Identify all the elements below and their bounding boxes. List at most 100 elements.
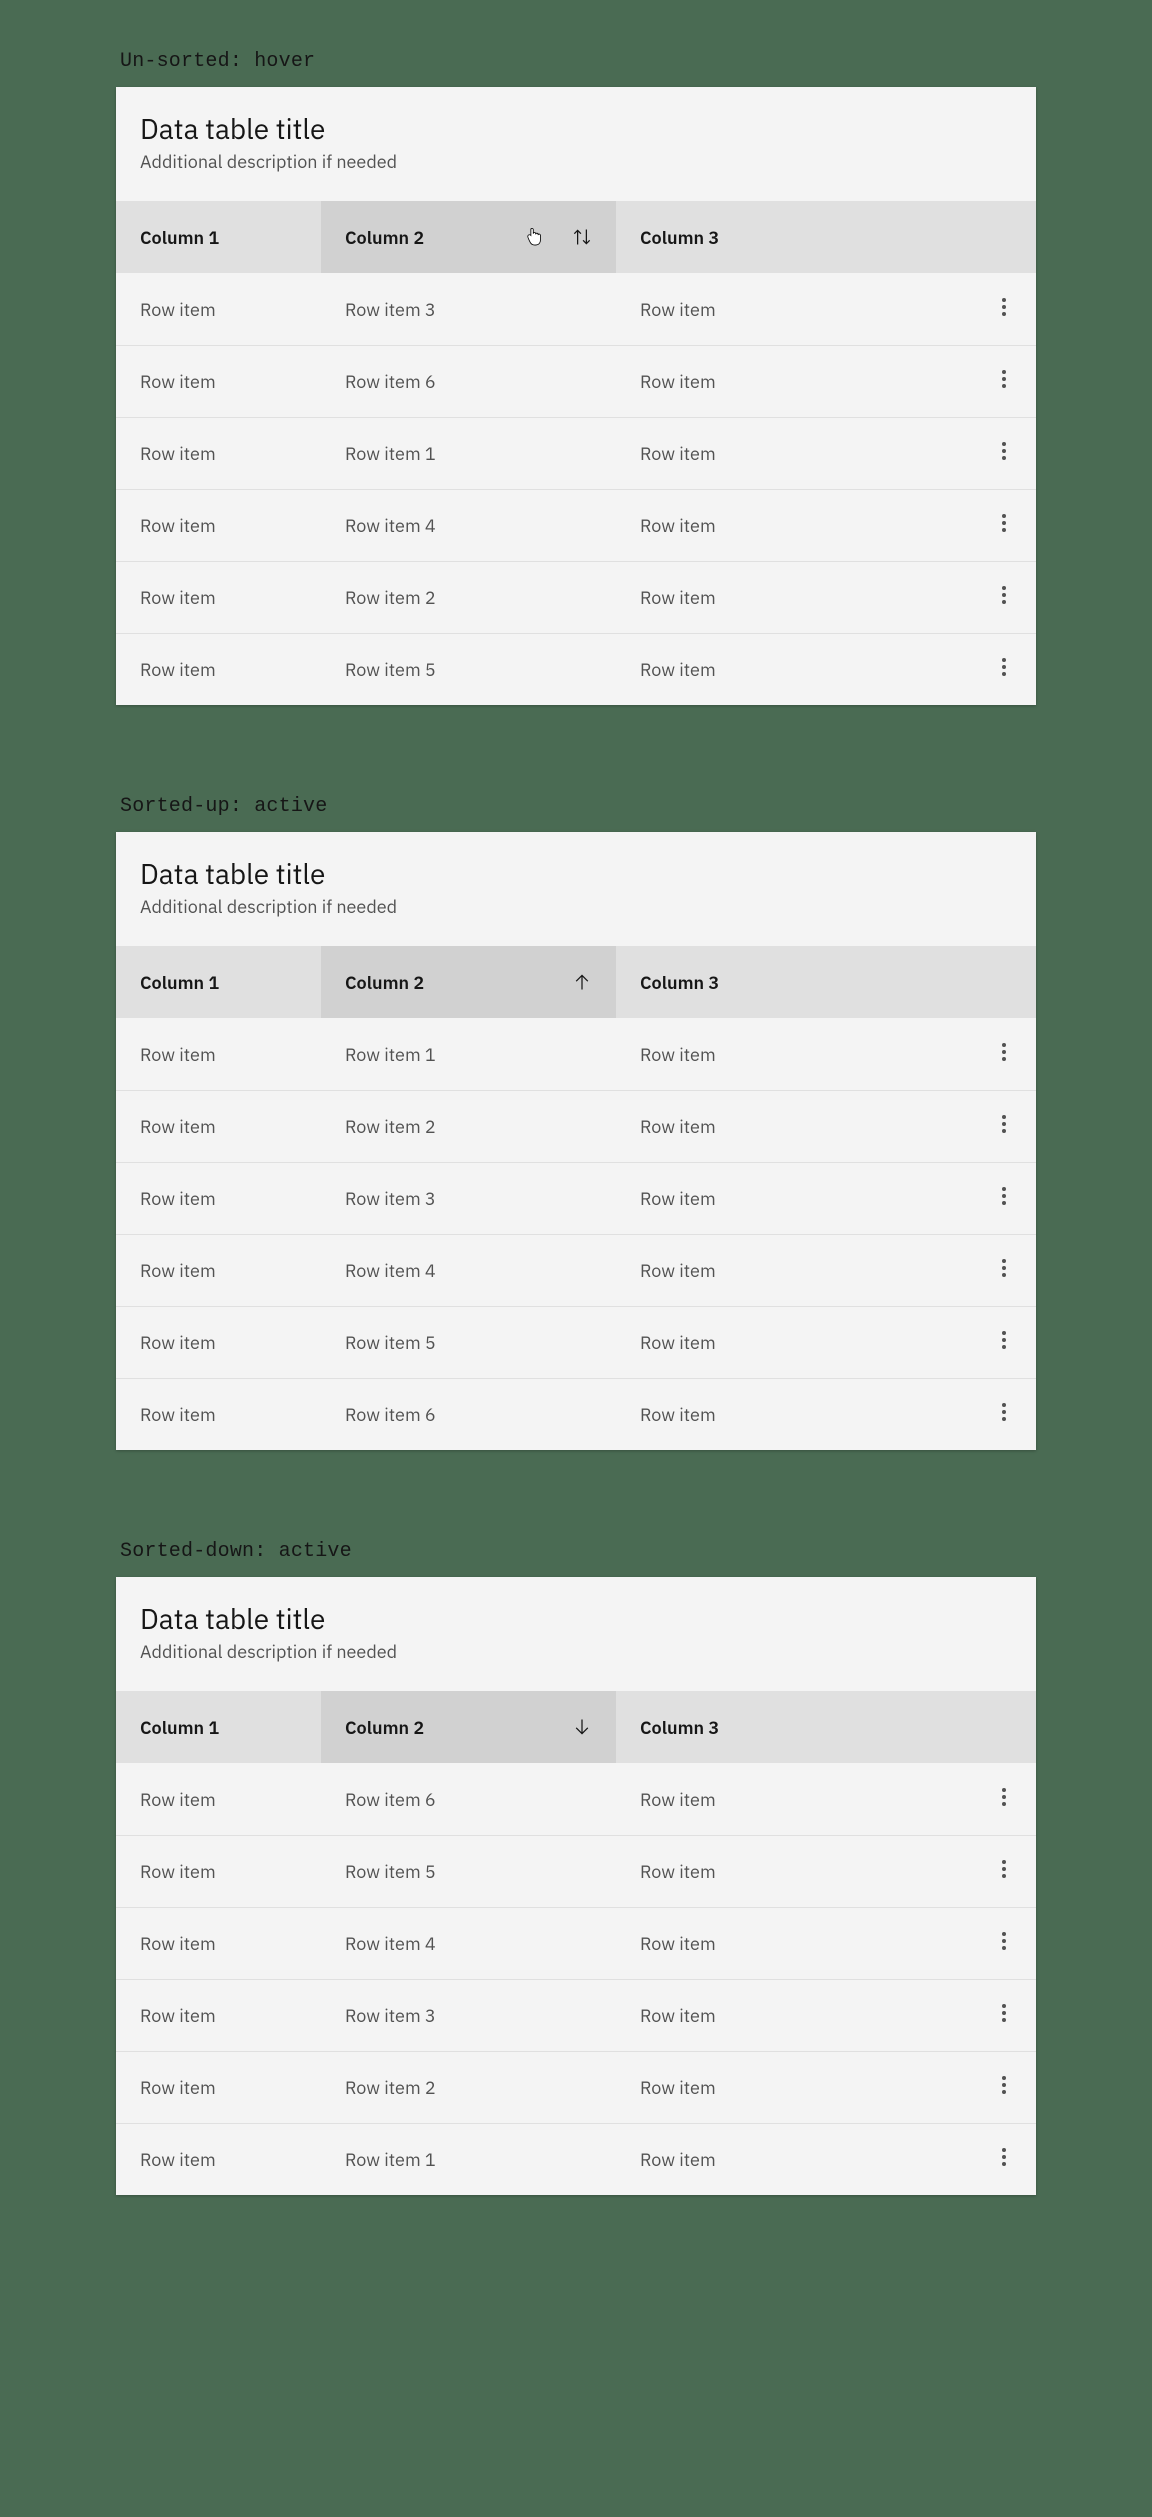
overflow-menu-button[interactable]	[984, 1996, 1024, 2036]
column-header-1[interactable]: Column 1	[116, 946, 321, 1018]
overflow-menu-button[interactable]	[984, 362, 1024, 402]
cell-col-1: Row item	[116, 1163, 321, 1234]
cell-col-1: Row item	[116, 1235, 321, 1306]
overflow-menu-button[interactable]	[984, 434, 1024, 474]
cell-col-1: Row item	[116, 346, 321, 417]
cell-col-1: Row item	[116, 1836, 321, 1907]
cell-col-3: Row item	[616, 418, 972, 489]
table-header: Data table title Additional description …	[116, 832, 1036, 946]
column-header-label: Column 2	[345, 226, 424, 249]
table-header: Data table title Additional description …	[116, 87, 1036, 201]
overflow-menu-button[interactable]	[984, 1107, 1024, 1147]
column-header-3[interactable]: Column 3	[616, 201, 972, 273]
overflow-vertical-icon	[1002, 2076, 1006, 2099]
row-actions-cell	[972, 1836, 1036, 1907]
overflow-vertical-icon	[1002, 1788, 1006, 1811]
example-section: Sorted-down: active Data table title Add…	[116, 1540, 1036, 2195]
cell-col-2: Row item 2	[321, 1091, 616, 1162]
table-row: Row item Row item 4 Row item	[116, 1234, 1036, 1306]
column-header-label: Column 3	[640, 226, 719, 249]
section-label: Un-sorted: hover	[120, 50, 1036, 73]
row-actions-cell	[972, 273, 1036, 345]
overflow-vertical-icon	[1002, 1115, 1006, 1138]
cell-col-2: Row item 1	[321, 2124, 616, 2195]
row-actions-cell	[972, 1018, 1036, 1090]
overflow-menu-button[interactable]	[984, 1034, 1024, 1074]
overflow-menu-button[interactable]	[984, 1323, 1024, 1363]
cell-col-3: Row item	[616, 2124, 972, 2195]
overflow-vertical-icon	[1002, 298, 1006, 321]
cell-col-2: Row item 6	[321, 1379, 616, 1450]
cell-col-3: Row item	[616, 1980, 972, 2051]
table-head-row: Column 1 Column 2 Column 3	[116, 1691, 1036, 1763]
overflow-vertical-icon	[1002, 1860, 1006, 1883]
arrows-vertical-icon	[572, 227, 592, 247]
overflow-menu-button[interactable]	[984, 578, 1024, 618]
overflow-vertical-icon	[1002, 442, 1006, 465]
row-actions-cell	[972, 1908, 1036, 1979]
column-header-3[interactable]: Column 3	[616, 946, 972, 1018]
overflow-vertical-icon	[1002, 2004, 1006, 2027]
table-row: Row item Row item 1 Row item	[116, 1018, 1036, 1090]
overflow-menu-button[interactable]	[984, 506, 1024, 546]
overflow-menu-button[interactable]	[984, 2068, 1024, 2108]
table-row: Row item Row item 5 Row item	[116, 633, 1036, 705]
cell-col-1: Row item	[116, 1908, 321, 1979]
table-row: Row item Row item 6 Row item	[116, 1378, 1036, 1450]
overflow-vertical-icon	[1002, 586, 1006, 609]
column-header-label: Column 3	[640, 971, 719, 994]
cell-col-2: Row item 4	[321, 490, 616, 561]
row-actions-cell	[972, 1763, 1036, 1835]
overflow-menu-button[interactable]	[984, 2140, 1024, 2180]
overflow-vertical-icon	[1002, 1403, 1006, 1426]
overflow-menu-button[interactable]	[984, 650, 1024, 690]
column-header-label: Column 2	[345, 971, 424, 994]
table-title: Data table title	[140, 1601, 1012, 1636]
overflow-vertical-icon	[1002, 514, 1006, 537]
table-row: Row item Row item 2 Row item	[116, 561, 1036, 633]
table-row: Row item Row item 4 Row item	[116, 489, 1036, 561]
overflow-menu-button[interactable]	[984, 1779, 1024, 1819]
arrow-up-icon	[572, 972, 592, 992]
cell-col-1: Row item	[116, 1091, 321, 1162]
cell-col-3: Row item	[616, 634, 972, 705]
row-actions-cell	[972, 1163, 1036, 1234]
section-label: Sorted-up: active	[120, 795, 1036, 818]
row-actions-cell	[972, 346, 1036, 417]
table-description: Additional description if needed	[140, 150, 1012, 173]
cell-col-2: Row item 5	[321, 1836, 616, 1907]
row-actions-cell	[972, 418, 1036, 489]
pointer-cursor-icon	[524, 226, 546, 250]
table-row: Row item Row item 5 Row item	[116, 1306, 1036, 1378]
table-body: Row item Row item 1 Row item Row item Ro…	[116, 1018, 1036, 1450]
cell-col-1: Row item	[116, 490, 321, 561]
table-title: Data table title	[140, 856, 1012, 891]
column-header-1[interactable]: Column 1	[116, 1691, 321, 1763]
cell-col-2: Row item 4	[321, 1908, 616, 1979]
cell-col-2: Row item 5	[321, 1307, 616, 1378]
overflow-menu-button[interactable]	[984, 1924, 1024, 1964]
cell-col-3: Row item	[616, 490, 972, 561]
row-actions-cell	[972, 1980, 1036, 2051]
overflow-menu-button[interactable]	[984, 289, 1024, 329]
column-header-2-sortable[interactable]: Column 2	[321, 201, 616, 273]
column-header-2-sortable[interactable]: Column 2	[321, 1691, 616, 1763]
overflow-menu-button[interactable]	[984, 1179, 1024, 1219]
table-title: Data table title	[140, 111, 1012, 146]
cell-col-3: Row item	[616, 1379, 972, 1450]
cell-col-2: Row item 3	[321, 1163, 616, 1234]
data-table: Data table title Additional description …	[116, 1577, 1036, 2195]
cell-col-2: Row item 6	[321, 1763, 616, 1835]
cell-col-1: Row item	[116, 2124, 321, 2195]
overflow-vertical-icon	[1002, 1259, 1006, 1282]
column-header-1[interactable]: Column 1	[116, 201, 321, 273]
overflow-menu-button[interactable]	[984, 1251, 1024, 1291]
cell-col-3: Row item	[616, 273, 972, 345]
column-header-2-sortable[interactable]: Column 2	[321, 946, 616, 1018]
table-description: Additional description if needed	[140, 895, 1012, 918]
column-header-3[interactable]: Column 3	[616, 1691, 972, 1763]
cell-col-3: Row item	[616, 1018, 972, 1090]
column-header-actions	[972, 1691, 1036, 1763]
overflow-menu-button[interactable]	[984, 1852, 1024, 1892]
overflow-menu-button[interactable]	[984, 1395, 1024, 1435]
